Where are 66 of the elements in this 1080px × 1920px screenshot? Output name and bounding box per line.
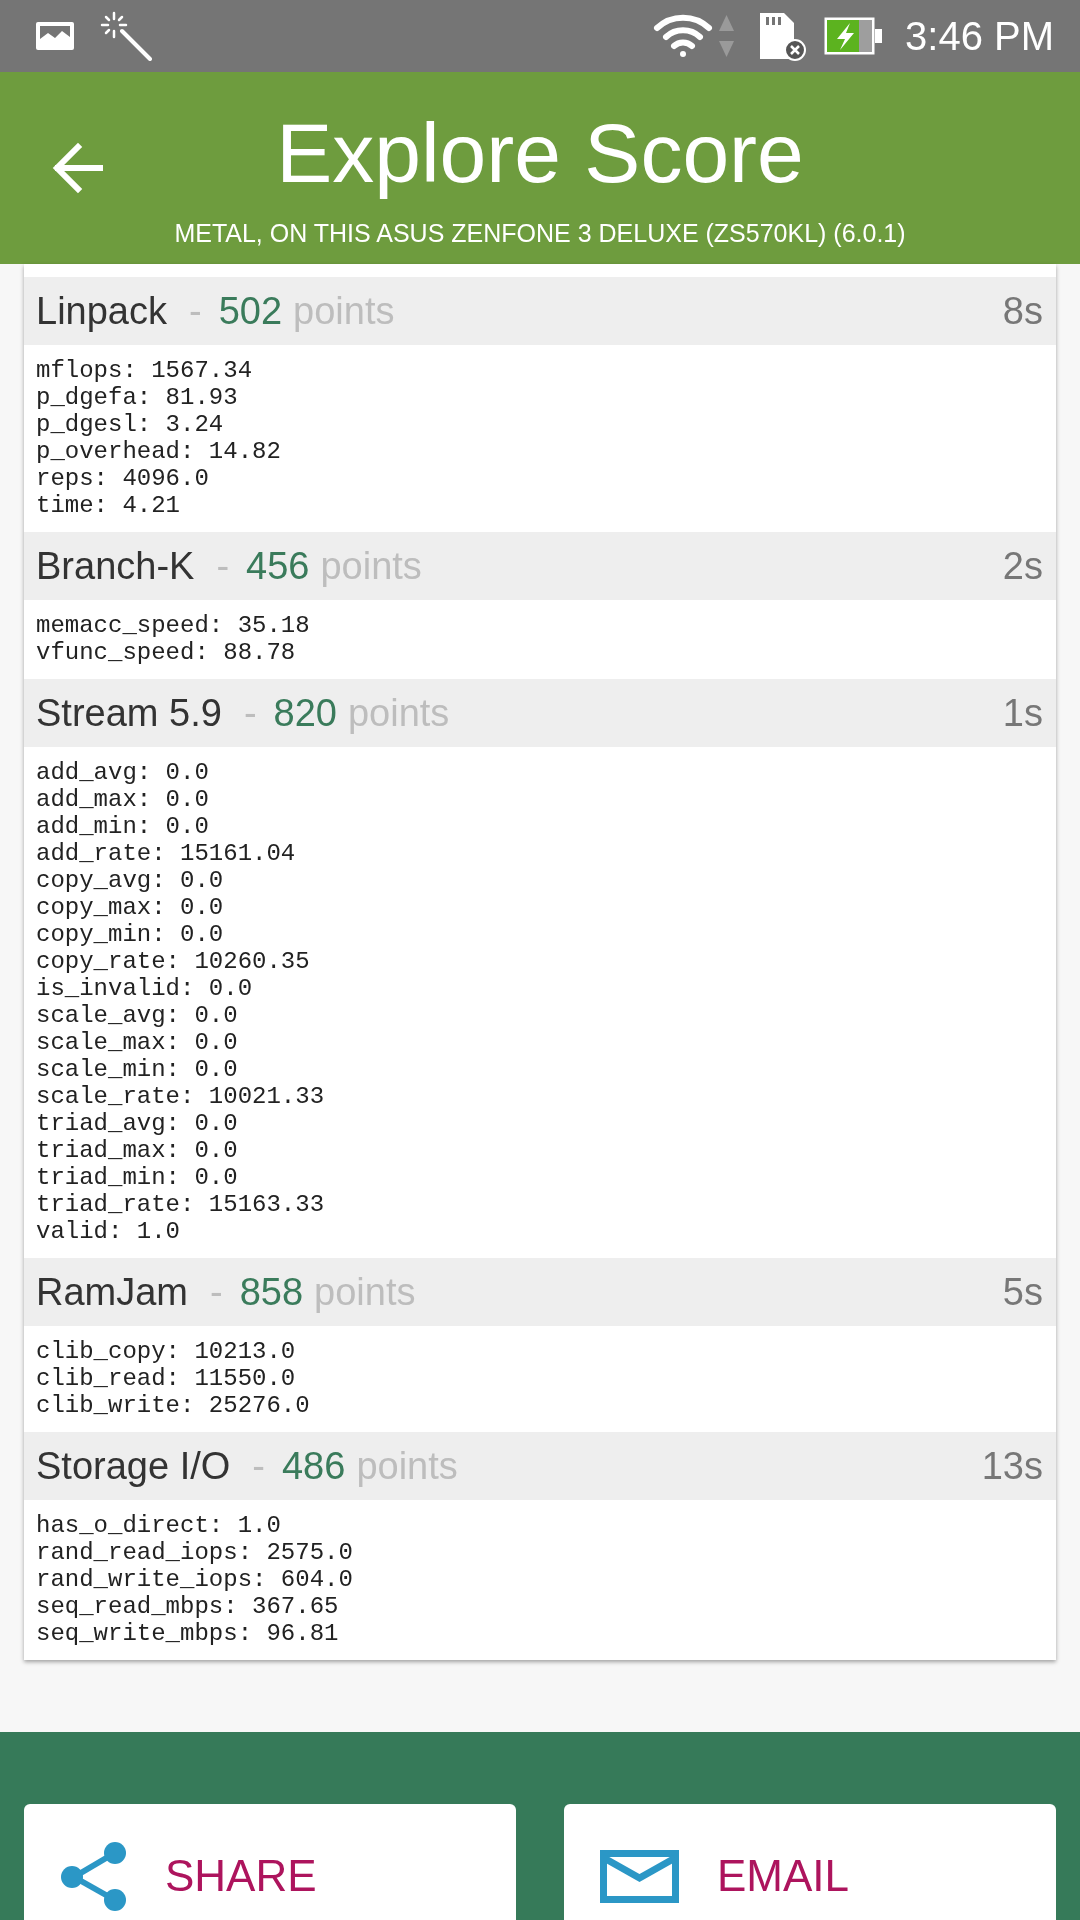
data-arrows-icon (718, 13, 736, 59)
metric-text: valid: 1.0 (36, 1218, 181, 1245)
wifi-icon (653, 12, 714, 60)
benchmark-name: RamJam (36, 1270, 189, 1314)
separator-text: - (243, 691, 257, 735)
metric-text: clib_copy: 10213.0 (36, 1338, 296, 1365)
metric-text: copy_max: 0.0 (36, 894, 224, 921)
envelope-icon (600, 1849, 679, 1903)
metric-text: triad_rate: 15163.33 (36, 1191, 325, 1218)
magic-wand-icon (100, 11, 152, 61)
benchmark-name: Linpack (36, 289, 167, 333)
metric-text: seq_write_mbps: 96.81 (36, 1620, 339, 1647)
metric-text: clib_write: 25276.0 (36, 1392, 310, 1419)
metric-text: mflops: 1567.34 (36, 357, 253, 384)
metric-text: is_invalid: 0.0 (36, 975, 253, 1002)
metric-text: vfunc_speed: 88.78 (36, 639, 296, 666)
page-subtitle: METAL, ON THIS ASUS ZENFONE 3 DELUXE (ZS570KL) (6.0.1) (174, 218, 906, 248)
separator-text: - (189, 289, 202, 333)
metric-text: memacc_speed: 35.18 (36, 612, 310, 639)
benchmark-name: Stream 5.9 (36, 691, 222, 735)
metric-text: copy_avg: 0.0 (36, 867, 224, 894)
metric-text: triad_min: 0.0 (36, 1164, 238, 1191)
metric-text: rand_write_iops: 604.0 (36, 1566, 353, 1593)
sd-card-icon (758, 11, 807, 61)
duration-text: 1s (1002, 691, 1043, 735)
metric-text: p_dgesl: 3.24 (36, 411, 224, 438)
share-icon (60, 1841, 127, 1911)
score-value: 486 (282, 1444, 346, 1488)
score-value: 456 (246, 544, 310, 588)
email-button[interactable]: EMAIL (564, 1804, 1056, 1920)
metric-text: add_min: 0.0 (36, 813, 209, 840)
clock-time: 3:46 PM (905, 16, 1054, 56)
separator-text: - (210, 1270, 223, 1314)
duration-text: 13s (981, 1444, 1043, 1488)
metric-text: triad_max: 0.0 (36, 1137, 238, 1164)
metric-text: clib_read: 11550.0 (36, 1365, 296, 1392)
benchmark-name: Branch-K (36, 544, 195, 588)
metric-text: reps: 4096.0 (36, 465, 209, 492)
benchmark-name: Storage I/O (36, 1444, 231, 1488)
metric-text: copy_rate: 10260.35 (36, 948, 310, 975)
score-value: 820 (273, 691, 337, 735)
metric-text: add_avg: 0.0 (36, 759, 209, 786)
duration-text: 5s (1002, 1270, 1043, 1314)
metric-text: add_max: 0.0 (36, 786, 209, 813)
metric-text: time: 4.21 (36, 492, 181, 519)
metric-text: scale_min: 0.0 (36, 1056, 238, 1083)
metric-text: add_rate: 15161.04 (36, 840, 296, 867)
metric-text: scale_rate: 10021.33 (36, 1083, 325, 1110)
duration-text: 8s (1002, 289, 1043, 333)
metric-text: scale_avg: 0.0 (36, 1002, 238, 1029)
metric-text: copy_min: 0.0 (36, 921, 224, 948)
metric-text: has_o_direct: 1.0 (36, 1512, 281, 1539)
share-button[interactable]: SHARE (24, 1804, 516, 1920)
metric-text: seq_read_mbps: 367.65 (36, 1593, 339, 1620)
image-icon (36, 22, 74, 50)
separator-text: - (216, 544, 230, 588)
metric-text: p_overhead: 14.82 (36, 438, 281, 465)
metric-text: rand_read_iops: 2575.0 (36, 1539, 353, 1566)
score-value: 502 (218, 289, 283, 333)
metric-text: scale_max: 0.0 (36, 1029, 238, 1056)
duration-text: 2s (1002, 544, 1043, 588)
metric-text: p_dgefa: 81.93 (36, 384, 238, 411)
battery-icon (823, 16, 884, 56)
score-value: 858 (239, 1270, 304, 1314)
metric-text: triad_avg: 0.0 (36, 1110, 238, 1137)
separator-text: - (252, 1444, 265, 1488)
